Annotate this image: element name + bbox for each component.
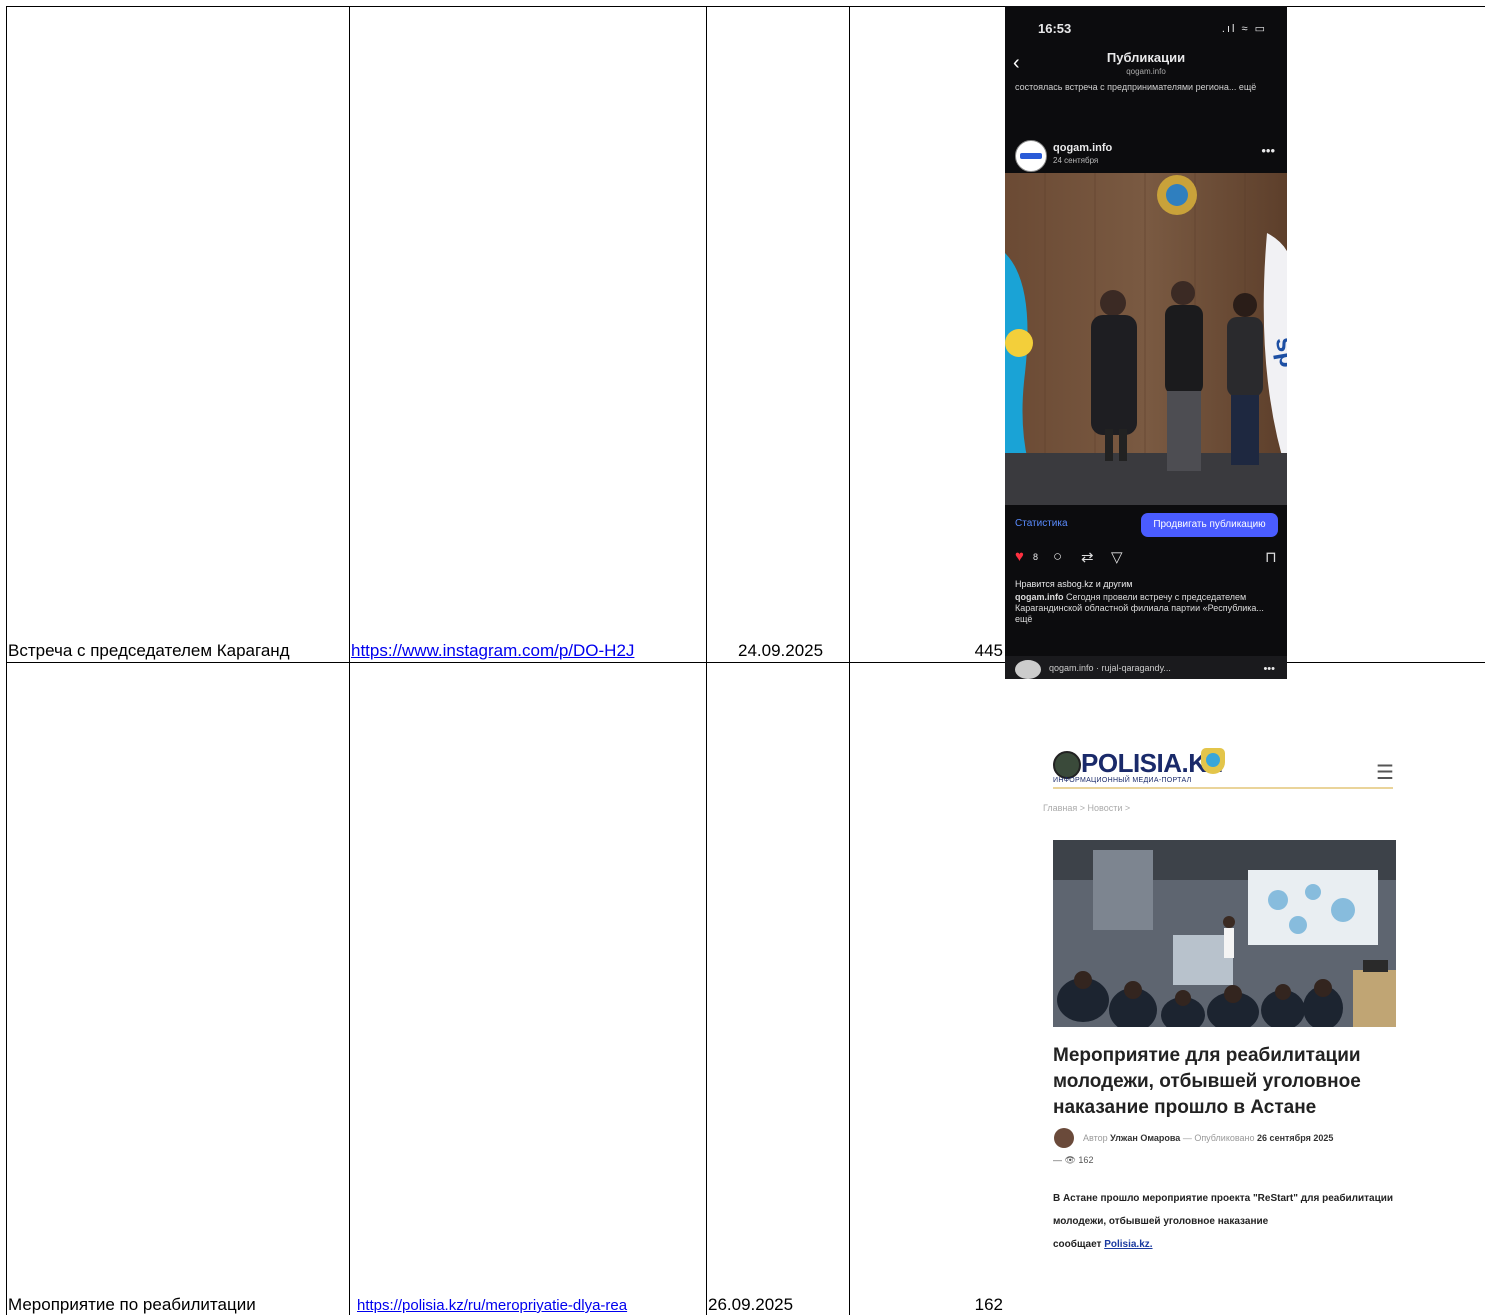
post-caption: qogam.info Сегодня провели встречу с пре… bbox=[1015, 592, 1283, 625]
shield-icon bbox=[1201, 748, 1225, 774]
article-meta: Автор Улжан Омарова — Опубликовано 26 се… bbox=[1083, 1133, 1333, 1143]
avatar bbox=[1054, 1128, 1074, 1148]
comment-icon[interactable]: ○ bbox=[1053, 548, 1062, 565]
article-photo bbox=[1053, 840, 1396, 1027]
row-link[interactable]: https://www.instagram.com/p/DO-H2J bbox=[351, 641, 705, 661]
news-screenshot: POLISIA.KZ ИНФОРМАЦИОННЫЙ МЕДИА-ПОРТАЛ ☰… bbox=[1005, 720, 1405, 1280]
article-lead: В Астане прошло мероприятие проекта "ReS… bbox=[1053, 1187, 1403, 1256]
grid-line bbox=[1287, 662, 1485, 663]
published-label: — Опубликовано bbox=[1182, 1133, 1255, 1143]
avatar[interactable] bbox=[1015, 660, 1041, 679]
liked-by: Нравится asbog.kz и другим bbox=[1015, 579, 1133, 589]
grid-line bbox=[6, 6, 1005, 7]
signal-icon: .ıl ≈ ▭ bbox=[1221, 23, 1267, 35]
bookmark-icon[interactable]: ⊓ bbox=[1265, 548, 1277, 566]
row-title: Встреча с председателем Караганд bbox=[8, 641, 290, 660]
post-actions: ♥ 8 ○ ⇄ ▽ ⊓ bbox=[1015, 546, 1277, 568]
author-label: Автор bbox=[1083, 1133, 1108, 1143]
more-icon[interactable]: ••• bbox=[1263, 663, 1275, 675]
instagram-screenshot: 16:53 .ıl ≈ ▭ ‹ Публикации qogam.info со… bbox=[1005, 6, 1287, 679]
status-bar: 16:53 .ıl ≈ ▭ bbox=[1005, 6, 1287, 44]
post-photo: sp bbox=[1005, 173, 1287, 505]
grid-line bbox=[6, 6, 7, 1315]
stats-link[interactable]: Статистика bbox=[1015, 518, 1068, 529]
screen-title: Публикации bbox=[1106, 50, 1186, 65]
account-name[interactable]: qogam.info bbox=[1053, 142, 1112, 154]
article-headline: Мероприятие для реабилитации молодежи, о… bbox=[1053, 1045, 1361, 1118]
caption-author[interactable]: qogam.info bbox=[1015, 592, 1064, 602]
previous-caption: состоялась встреча с предпринимателями р… bbox=[1015, 82, 1257, 92]
grid-line bbox=[1287, 6, 1485, 7]
more-icon[interactable]: ••• bbox=[1261, 143, 1275, 158]
row-date: 26.09.2025 bbox=[708, 1295, 794, 1314]
like-count: 8 bbox=[1033, 552, 1039, 562]
author-name[interactable]: Улжан Омарова bbox=[1110, 1133, 1180, 1143]
divider bbox=[1053, 787, 1393, 789]
published-date: 26 сентября 2025 bbox=[1257, 1133, 1334, 1143]
grid-line bbox=[6, 662, 1005, 663]
grid-line bbox=[849, 6, 850, 1315]
breadcrumb[interactable]: Главная > Новости > bbox=[1043, 803, 1130, 813]
screen-subtitle: qogam.info bbox=[1126, 67, 1166, 76]
article-lead-text: В Астане прошло мероприятие проекта "ReS… bbox=[1053, 1193, 1394, 1227]
source-link[interactable]: Polisia.kz. bbox=[1104, 1239, 1152, 1250]
grid-line bbox=[349, 6, 350, 1315]
logo-emblem-icon bbox=[1053, 751, 1081, 779]
repost-icon[interactable]: ⇄ bbox=[1081, 548, 1094, 566]
menu-icon[interactable]: ☰ bbox=[1376, 760, 1394, 785]
heart-icon[interactable]: ♥ bbox=[1015, 548, 1024, 565]
next-post-header: qogam.info · rujal-qaragandy... ••• bbox=[1005, 656, 1287, 679]
row-views: 162 bbox=[974, 1295, 1003, 1314]
post-date: 24 сентября bbox=[1053, 156, 1099, 165]
next-post-account[interactable]: qogam.info · rujal-qaragandy... bbox=[1049, 663, 1171, 673]
source-prefix: сообщает bbox=[1053, 1239, 1102, 1250]
promote-button[interactable]: Продвигать публикацию bbox=[1141, 513, 1278, 537]
row-date: 24.09.2025 bbox=[738, 641, 824, 660]
row-views: 445 bbox=[974, 641, 1003, 660]
row-title: Мероприятие по реабилитации bbox=[8, 1295, 256, 1314]
row-link[interactable]: https://polisia.kz/ru/meropriyatie-dlya-… bbox=[357, 1296, 705, 1316]
grid-line bbox=[706, 6, 707, 1315]
avatar[interactable] bbox=[1015, 140, 1047, 172]
status-time: 16:53 bbox=[1038, 21, 1072, 36]
site-tagline: ИНФОРМАЦИОННЫЙ МЕДИА-ПОРТАЛ bbox=[1053, 777, 1192, 784]
share-icon[interactable]: ▽ bbox=[1111, 548, 1123, 566]
view-count: — 👁 162 bbox=[1053, 1155, 1094, 1165]
